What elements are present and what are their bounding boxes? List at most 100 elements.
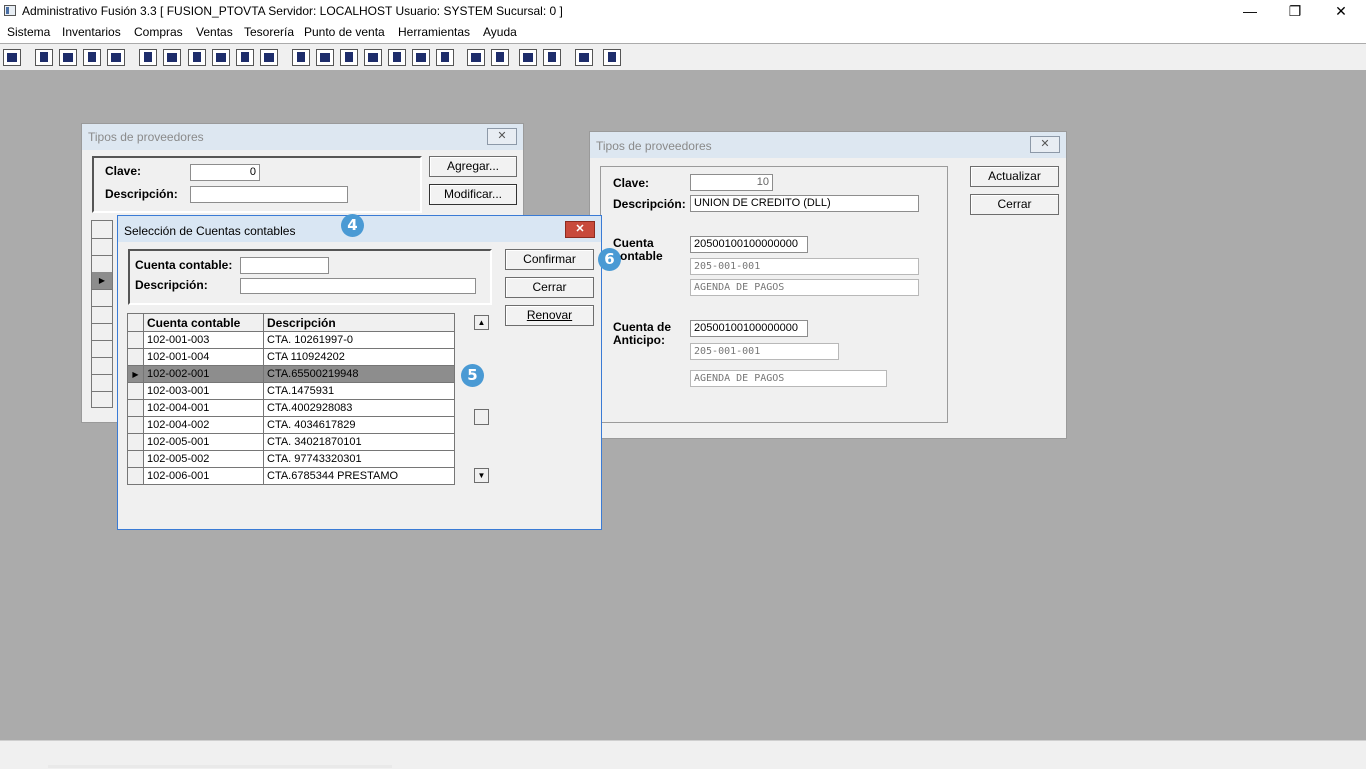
row-indicator bbox=[127, 467, 144, 485]
cell-cuenta[interactable]: 102-005-001 bbox=[143, 433, 264, 451]
table-icon[interactable] bbox=[436, 49, 454, 66]
cell-descripcion[interactable]: CTA 110924202 bbox=[263, 348, 455, 366]
cell-descripcion[interactable]: CTA.4002928083 bbox=[263, 399, 455, 417]
table-row[interactable]: 102-003-001 CTA.1475931 bbox=[127, 382, 455, 400]
cuenta-contable-input[interactable] bbox=[240, 257, 329, 274]
menu-herramientas[interactable]: Herramientas bbox=[398, 25, 470, 39]
descripcion-field[interactable] bbox=[190, 186, 348, 203]
cell-cuenta[interactable]: 102-001-004 bbox=[143, 348, 264, 366]
cell-cuenta[interactable]: 102-005-002 bbox=[143, 450, 264, 468]
window-icon[interactable] bbox=[316, 49, 334, 66]
folder-icon[interactable] bbox=[163, 49, 181, 66]
dialog-title: Selección de Cuentas contables bbox=[124, 224, 296, 238]
back-arrow-icon-glyph bbox=[579, 53, 589, 62]
export-icon-glyph bbox=[345, 52, 353, 62]
restore-icon[interactable]: ❐ bbox=[1272, 0, 1318, 23]
table-row[interactable]: 102-001-004 CTA 110924202 bbox=[127, 348, 455, 366]
refresh-icon[interactable] bbox=[519, 49, 537, 66]
scroll-thumb[interactable] bbox=[474, 409, 489, 425]
document-icon[interactable] bbox=[236, 49, 254, 66]
cell-cuenta[interactable]: 102-001-003 bbox=[143, 331, 264, 349]
descripcion-input[interactable] bbox=[240, 278, 476, 294]
export-icon[interactable] bbox=[340, 49, 358, 66]
cuenta-contable-field[interactable]: 20500100100000000 bbox=[690, 236, 808, 253]
table-row[interactable]: 102-001-003 CTA. 10261997-0 bbox=[127, 331, 455, 349]
menu-bar: Sistema Inventarios Compras Ventas Tesor… bbox=[0, 23, 1366, 43]
table-row[interactable]: 102-004-002 CTA. 4034617829 bbox=[127, 416, 455, 434]
confirmar-button[interactable]: Confirmar bbox=[505, 249, 594, 270]
menu-tesoreria[interactable]: Tesorería bbox=[244, 25, 294, 39]
row-indicator bbox=[127, 433, 144, 451]
home-icon[interactable] bbox=[467, 49, 485, 66]
step-badge-5: 5 bbox=[461, 364, 484, 387]
help-icon[interactable] bbox=[603, 49, 621, 66]
transfer-icon[interactable] bbox=[83, 49, 101, 66]
cell-cuenta[interactable]: 102-003-001 bbox=[143, 382, 264, 400]
dollar-icon-glyph bbox=[393, 52, 401, 62]
toolbar bbox=[0, 44, 1366, 71]
dollar-icon[interactable] bbox=[388, 49, 406, 66]
cell-descripcion[interactable]: CTA.6785344 PRESTAMO bbox=[263, 467, 455, 485]
column-header-cuenta[interactable]: Cuenta contable bbox=[143, 313, 264, 332]
menu-compras[interactable]: Compras bbox=[134, 25, 183, 39]
modificar-button[interactable]: Modificar... bbox=[429, 184, 517, 205]
descripcion-label: Descripción: bbox=[105, 187, 178, 201]
scroll-up-icon[interactable]: ▲ bbox=[474, 315, 489, 330]
cuenta-anticipo-field[interactable]: 20500100100000000 bbox=[690, 320, 808, 337]
minimize-icon[interactable]: — bbox=[1227, 0, 1273, 23]
person-icon[interactable] bbox=[139, 49, 157, 66]
close-icon[interactable]: ✕ bbox=[1318, 0, 1364, 23]
menu-ayuda[interactable]: Ayuda bbox=[483, 25, 517, 39]
copy-icon[interactable] bbox=[35, 49, 53, 66]
descripcion-label: Descripción: bbox=[613, 197, 686, 211]
zoom-icon[interactable] bbox=[491, 49, 509, 66]
calculator-icon[interactable] bbox=[3, 49, 21, 66]
report-icon[interactable] bbox=[412, 49, 430, 66]
menu-inventarios[interactable]: Inventarios bbox=[62, 25, 121, 39]
agregar-button[interactable]: Agregar... bbox=[429, 156, 517, 177]
menu-sistema[interactable]: Sistema bbox=[7, 25, 50, 39]
cell-cuenta[interactable]: 102-004-002 bbox=[143, 416, 264, 434]
table-row-selected[interactable]: ▶ 102-002-001 CTA.65500219948 bbox=[127, 365, 455, 383]
paste-icon[interactable] bbox=[59, 49, 77, 66]
seleccion-cuentas-dialog: Selección de Cuentas contables ✕ Cuenta … bbox=[117, 215, 602, 530]
column-header-descripcion[interactable]: Descripción bbox=[263, 313, 455, 332]
app-icon[interactable] bbox=[4, 5, 16, 16]
cell-descripcion[interactable]: CTA. 34021870101 bbox=[263, 433, 455, 451]
print-preview-icon[interactable] bbox=[188, 49, 206, 66]
actualizar-button[interactable]: Actualizar bbox=[970, 166, 1059, 187]
renovar-button[interactable]: Renovar bbox=[505, 305, 594, 326]
binoculars-icon[interactable] bbox=[292, 49, 310, 66]
table-row[interactable]: 102-006-001 CTA.6785344 PRESTAMO bbox=[127, 467, 455, 485]
close-icon[interactable]: ✕ bbox=[487, 128, 517, 145]
close-icon[interactable]: ✕ bbox=[565, 221, 595, 238]
table-row[interactable]: 102-005-001 CTA. 34021870101 bbox=[127, 433, 455, 451]
back-arrow-icon[interactable] bbox=[575, 49, 593, 66]
list-icon[interactable] bbox=[260, 49, 278, 66]
clave-field[interactable]: 10 bbox=[690, 174, 773, 191]
cerrar-button[interactable]: Cerrar bbox=[505, 277, 594, 298]
print-icon[interactable] bbox=[212, 49, 230, 66]
undo-icon[interactable] bbox=[543, 49, 561, 66]
cell-descripcion[interactable]: CTA.65500219948 bbox=[263, 365, 455, 383]
step-badge-6: 6 bbox=[598, 248, 621, 271]
cell-cuenta[interactable]: 102-006-001 bbox=[143, 467, 264, 485]
cell-descripcion[interactable]: CTA. 97743320301 bbox=[263, 450, 455, 468]
cell-descripcion[interactable]: CTA. 4034617829 bbox=[263, 416, 455, 434]
cell-cuenta[interactable]: 102-002-001 bbox=[143, 365, 264, 383]
grid-scrollbar[interactable]: ▲ ▼ bbox=[473, 315, 490, 485]
descripcion-field[interactable]: UNION DE CREDITO (DLL) bbox=[690, 195, 919, 212]
cell-descripcion[interactable]: CTA.1475931 bbox=[263, 382, 455, 400]
search-document-icon[interactable] bbox=[107, 49, 125, 66]
clave-field[interactable]: 0 bbox=[190, 164, 260, 181]
add-icon[interactable] bbox=[364, 49, 382, 66]
table-row[interactable]: 102-004-001 CTA.4002928083 bbox=[127, 399, 455, 417]
menu-punto-de-venta[interactable]: Punto de venta bbox=[304, 25, 385, 39]
close-icon[interactable]: ✕ bbox=[1030, 136, 1060, 153]
cell-descripcion[interactable]: CTA. 10261997-0 bbox=[263, 331, 455, 349]
cell-cuenta[interactable]: 102-004-001 bbox=[143, 399, 264, 417]
scroll-down-icon[interactable]: ▼ bbox=[474, 468, 489, 483]
menu-ventas[interactable]: Ventas bbox=[196, 25, 233, 39]
table-row[interactable]: 102-005-002 CTA. 97743320301 bbox=[127, 450, 455, 468]
cerrar-button[interactable]: Cerrar bbox=[970, 194, 1059, 215]
